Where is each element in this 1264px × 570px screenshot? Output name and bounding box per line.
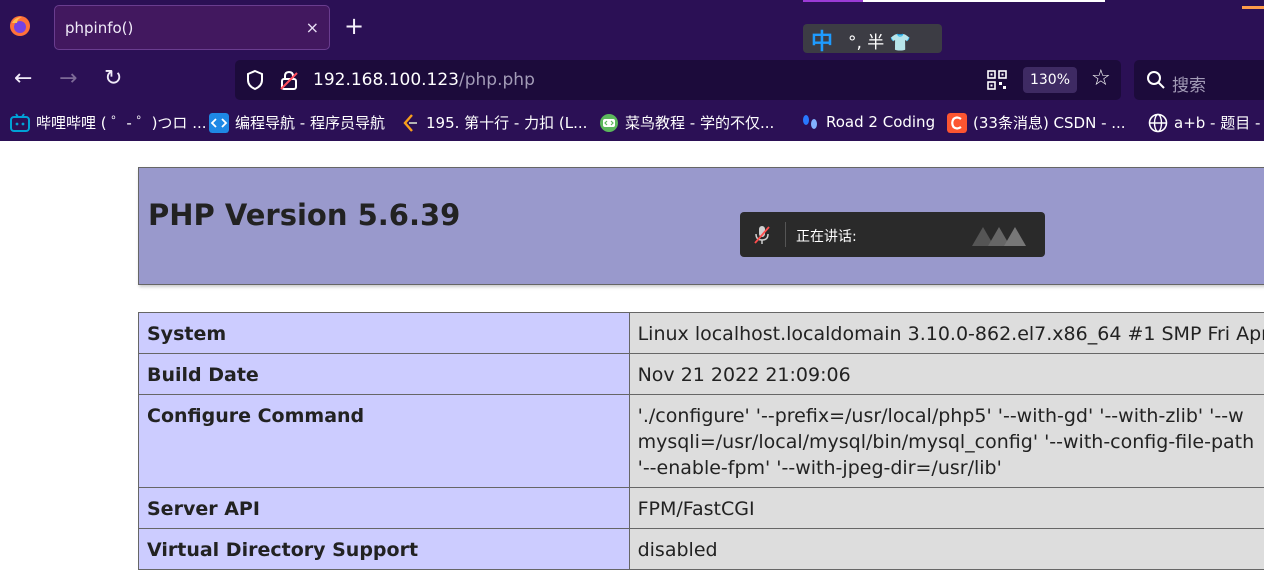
ime-indicator-accent	[803, 0, 863, 2]
url-path: /php.php	[459, 70, 535, 90]
row-key: Configure Command	[139, 395, 630, 488]
reload-button[interactable]: ↻	[104, 66, 122, 91]
row-key: Virtual Directory Support	[139, 529, 630, 570]
bookmark-label: a+b - 题目 -	[1174, 114, 1260, 132]
runoob-icon	[599, 113, 619, 133]
bookmark-runoob[interactable]: 菜鸟教程 - 学的不仅...	[599, 112, 774, 134]
value-line: './configure' '--prefix=/usr/local/php5'…	[638, 403, 1264, 429]
value-line: disabled	[638, 537, 1264, 563]
globe-icon	[1148, 113, 1168, 133]
php-version-header: PHP Version 5.6.39	[138, 167, 1264, 285]
bookmark-star-icon[interactable]: ☆	[1091, 66, 1111, 91]
search-placeholder: 搜索	[1172, 71, 1206, 96]
window-accent-line	[1242, 6, 1264, 9]
ime-language-mode[interactable]: 中	[811, 24, 833, 56]
speaking-label: 正在讲话:	[796, 226, 857, 246]
row-key: Server API	[139, 488, 630, 529]
search-box[interactable]: 搜索	[1134, 60, 1264, 100]
close-tab-icon[interactable]: ×	[306, 18, 319, 37]
bilibili-icon	[10, 113, 30, 133]
voice-speaking-popup: 正在讲话:	[740, 212, 1045, 257]
table-row: Virtual Directory Support disabled	[139, 529, 1264, 570]
value-line: Nov 21 2022 21:09:06	[638, 362, 1264, 388]
row-value: Linux localhost.localdomain 3.10.0-862.e…	[629, 313, 1264, 354]
nav-bar: ← → ↻ 192.168.100.123/php.php 130% ☆	[0, 56, 1264, 106]
search-icon	[1146, 70, 1166, 90]
zoom-level-button[interactable]: 130%	[1023, 67, 1077, 93]
value-line: FPM/FastCGI	[638, 496, 1264, 522]
code-nav-icon	[209, 113, 229, 133]
tab-bar: phpinfo() × + 中 °, 半 👕	[0, 0, 1264, 56]
bookmark-label: Road 2 Coding	[826, 113, 935, 131]
row-value: Nov 21 2022 21:09:06	[629, 354, 1264, 395]
firefox-icon[interactable]	[9, 15, 31, 37]
insecure-lock-icon[interactable]	[279, 69, 299, 91]
forward-button[interactable]: →	[59, 66, 77, 91]
value-line: Linux localhost.localdomain 3.10.0-862.e…	[638, 321, 1264, 347]
row-value: FPM/FastCGI	[629, 488, 1264, 529]
row-key: Build Date	[139, 354, 630, 395]
bookmark-bilibili[interactable]: 哔哩哔哩 ( ゜- ゜)つロ ...	[10, 112, 207, 134]
new-tab-button[interactable]: +	[344, 13, 364, 39]
tab-title: phpinfo()	[65, 19, 133, 37]
value-line: '--enable-fpm' '--with-jpeg-dir=/usr/lib…	[638, 455, 1264, 481]
table-row: Server API FPM/FastCGI	[139, 488, 1264, 529]
table-row: Configure Command './configure' '--prefi…	[139, 395, 1264, 488]
qr-code-icon[interactable]	[987, 70, 1007, 90]
ime-toolbar[interactable]: 中 °, 半 👕	[803, 24, 942, 53]
url-host: 192.168.100.123	[313, 70, 459, 90]
bookmark-label: 编程导航 - 程序员导航	[235, 114, 385, 132]
bookmark-csdn[interactable]: (33条消息) CSDN - ...	[947, 112, 1126, 134]
bookmark-road2coding[interactable]: Road 2 Coding	[800, 112, 935, 134]
row-value: disabled	[629, 529, 1264, 570]
tab-phpinfo[interactable]: phpinfo() ×	[54, 5, 330, 50]
footprint-icon	[800, 112, 820, 132]
table-row: System Linux localhost.localdomain 3.10.…	[139, 313, 1264, 354]
row-value: './configure' '--prefix=/usr/local/php5'…	[629, 395, 1264, 488]
address-bar[interactable]: 192.168.100.123/php.php 130% ☆	[235, 60, 1121, 100]
page-title: PHP Version 5.6.39	[148, 198, 460, 232]
muted-mic-icon[interactable]	[752, 224, 772, 246]
bookmark-label: 菜鸟教程 - 学的不仅...	[625, 114, 774, 132]
bookmark-label: (33条消息) CSDN - ...	[973, 114, 1126, 132]
page-content: PHP Version 5.6.39 正在讲话: System Linux lo…	[0, 141, 1264, 565]
bookmarks-toolbar: 哔哩哔哩 ( ゜- ゜)つロ ... 编程导航 - 程序员导航 195. 第十行…	[0, 106, 1264, 141]
row-key: System	[139, 313, 630, 354]
url-text[interactable]: 192.168.100.123/php.php	[313, 70, 535, 90]
csdn-icon	[947, 113, 967, 133]
shield-icon[interactable]	[245, 69, 265, 91]
back-button[interactable]: ←	[14, 66, 32, 91]
bookmark-label: 哔哩哔哩 ( ゜- ゜)つロ ...	[36, 114, 207, 132]
bookmark-code-nav[interactable]: 编程导航 - 程序员导航	[209, 112, 385, 134]
bookmark-leetcode[interactable]: 195. 第十行 - 力扣 (L...	[400, 112, 587, 134]
bookmark-label: 195. 第十行 - 力扣 (L...	[426, 114, 587, 132]
divider	[785, 222, 786, 247]
leetcode-icon	[400, 113, 420, 133]
meeting-app-logo-icon	[972, 224, 1030, 246]
bookmark-a-plus-b[interactable]: a+b - 题目 -	[1148, 112, 1260, 134]
table-row: Build Date Nov 21 2022 21:09:06	[139, 354, 1264, 395]
ime-options[interactable]: °, 半 👕	[848, 28, 911, 53]
php-info-table: System Linux localhost.localdomain 3.10.…	[138, 312, 1264, 570]
value-line: mysqli=/usr/local/mysql/bin/mysql_config…	[638, 429, 1264, 455]
